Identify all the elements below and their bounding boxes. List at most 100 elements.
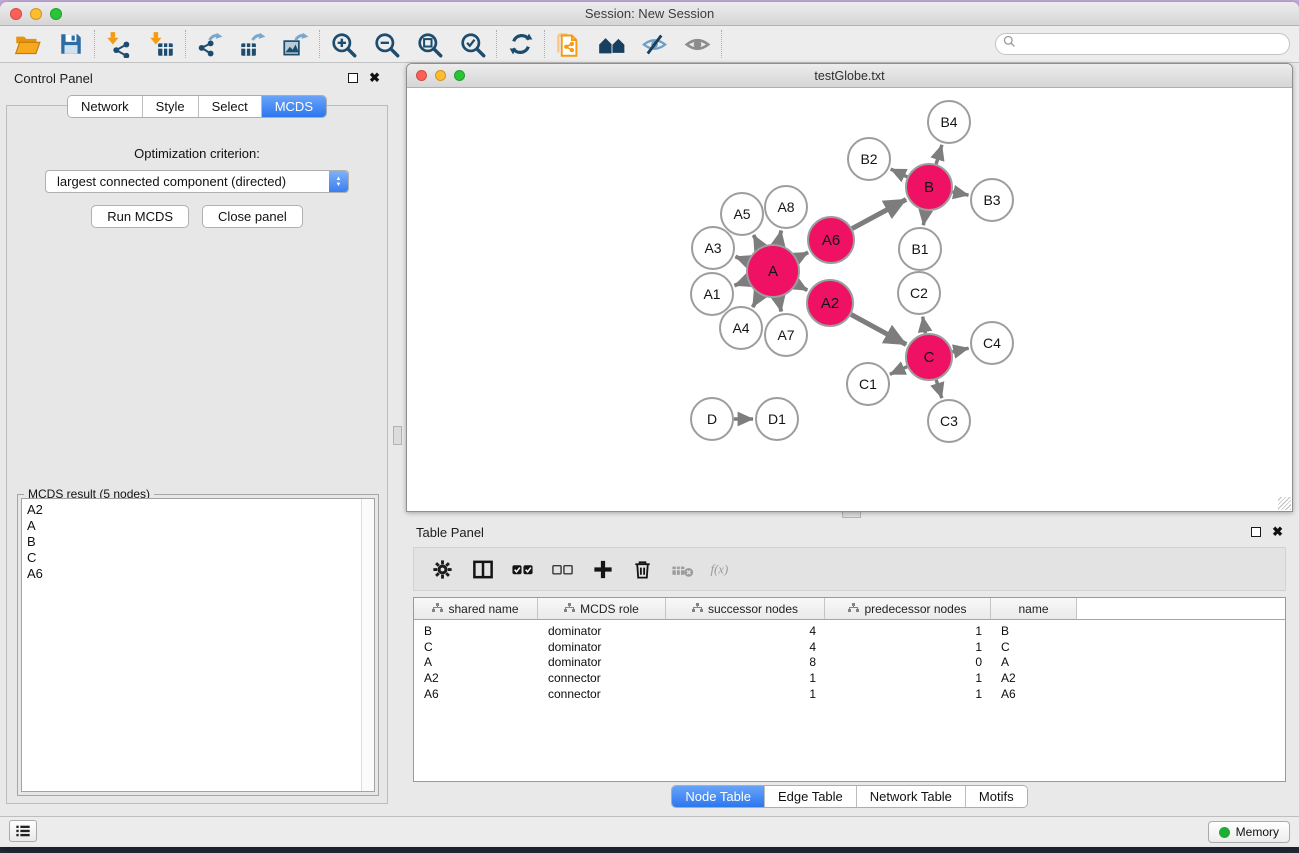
delete-column-button[interactable] <box>629 556 656 583</box>
task-history-button[interactable] <box>9 820 37 842</box>
graph-edge-B-B2[interactable] <box>891 169 908 177</box>
resize-grip-icon[interactable] <box>1278 497 1291 510</box>
minimize-view-icon[interactable] <box>435 70 446 81</box>
zoom-window-icon[interactable] <box>50 8 62 20</box>
graph-node-A8[interactable]: A8 <box>765 186 807 228</box>
float-table-panel-icon[interactable] <box>1251 527 1261 537</box>
tab-network-table[interactable]: Network Table <box>857 786 966 807</box>
close-panel-icon[interactable]: ✖ <box>369 73 380 83</box>
graph-edge-A-A8[interactable] <box>778 231 781 245</box>
add-column-button[interactable] <box>589 556 616 583</box>
column-header-name[interactable]: name <box>991 598 1077 619</box>
close-window-icon[interactable] <box>10 8 22 20</box>
mcds-result-item[interactable]: A2 <box>27 502 361 518</box>
graph-edge-A-A7[interactable] <box>778 298 781 312</box>
column-header-successor-nodes[interactable]: successor nodes <box>666 598 825 619</box>
export-table-button[interactable] <box>231 27 274 61</box>
network-canvas[interactable]: AA1A2A3A4A5A6A7A8BB1B2B3B4CC1C2C3C4DD1 <box>408 89 1291 510</box>
graph-edge-A-A1[interactable] <box>735 281 748 286</box>
graph-node-A5[interactable]: A5 <box>721 193 763 235</box>
graph-node-A6[interactable]: A6 <box>808 217 854 263</box>
graph-node-A1[interactable]: A1 <box>691 273 733 315</box>
mcds-result-item[interactable]: A <box>27 518 361 534</box>
close-table-panel-icon[interactable]: ✖ <box>1272 527 1283 537</box>
table-row[interactable]: Bdominator41B <box>414 623 1285 639</box>
export-network-button[interactable] <box>188 27 231 61</box>
graph-node-D1[interactable]: D1 <box>756 398 798 440</box>
scrollbar[interactable] <box>361 499 374 791</box>
graph-node-B2[interactable]: B2 <box>848 138 890 180</box>
settings-button[interactable] <box>429 556 456 583</box>
graph-node-B[interactable]: B <box>906 164 952 210</box>
mcds-result-item[interactable]: A6 <box>27 566 361 582</box>
graph-node-C2[interactable]: C2 <box>898 272 940 314</box>
select-all-button[interactable] <box>509 556 536 583</box>
graph-node-D[interactable]: D <box>691 398 733 440</box>
graph-node-A3[interactable]: A3 <box>692 227 734 269</box>
zoom-in-button[interactable] <box>322 27 365 61</box>
save-session-button[interactable] <box>49 27 92 61</box>
vertical-splitter-handle[interactable] <box>393 426 402 445</box>
column-header-MCDS-role[interactable]: MCDS role <box>538 598 666 619</box>
graph-edge-B-B3[interactable] <box>953 192 969 195</box>
column-header-predecessor-nodes[interactable]: predecessor nodes <box>825 598 991 619</box>
zoom-fit-button[interactable] <box>408 27 451 61</box>
mcds-result-item[interactable]: B <box>27 534 361 550</box>
zoom-view-icon[interactable] <box>454 70 465 81</box>
graph-node-A2[interactable]: A2 <box>807 280 853 326</box>
graph-edge-B-B4[interactable] <box>936 145 942 164</box>
open-folder-button[interactable] <box>6 27 49 61</box>
graph-edge-A-A6[interactable] <box>797 252 808 258</box>
zoom-out-button[interactable] <box>365 27 408 61</box>
graph-edge-C-C2[interactable] <box>923 317 926 334</box>
graph-node-C3[interactable]: C3 <box>928 400 970 442</box>
graph-edge-A-A3[interactable] <box>735 257 747 262</box>
float-panel-icon[interactable] <box>348 73 358 83</box>
tab-mcds[interactable]: MCDS <box>262 96 326 117</box>
copy-network-button[interactable] <box>547 27 590 61</box>
tab-edge-table[interactable]: Edge Table <box>765 786 857 807</box>
network-graph[interactable]: AA1A2A3A4A5A6A7A8BB1B2B3B4CC1C2C3C4DD1 <box>408 89 1291 510</box>
graph-edge-C-C1[interactable] <box>890 367 907 375</box>
graph-edge-A-A2[interactable] <box>797 284 808 290</box>
graph-node-C4[interactable]: C4 <box>971 322 1013 364</box>
graph-edge-B-B1[interactable] <box>923 211 925 225</box>
graph-edge-A-A5[interactable] <box>754 235 761 247</box>
graph-edge-C-C4[interactable] <box>952 348 968 352</box>
tab-network[interactable]: Network <box>68 96 143 117</box>
run-mcds-button[interactable]: Run MCDS <box>91 205 189 228</box>
tab-style[interactable]: Style <box>143 96 199 117</box>
table-row[interactable]: A6connector11A6 <box>414 686 1285 702</box>
minimize-window-icon[interactable] <box>30 8 42 20</box>
graph-edge-A6-B[interactable] <box>852 199 906 228</box>
graph-node-B3[interactable]: B3 <box>971 179 1013 221</box>
hide-details-button[interactable] <box>633 27 676 61</box>
column-header-shared-name[interactable]: shared name <box>414 598 538 619</box>
mcds-result-item[interactable]: C <box>27 550 361 566</box>
tab-node-table[interactable]: Node Table <box>672 786 765 807</box>
home-button[interactable] <box>590 27 633 61</box>
column-view-button[interactable] <box>469 556 496 583</box>
table-row[interactable]: Adominator80A <box>414 655 1285 671</box>
import-network-button[interactable] <box>97 27 140 61</box>
show-details-button[interactable] <box>676 27 719 61</box>
export-image-button[interactable] <box>274 27 317 61</box>
graph-edge-A-A4[interactable] <box>753 295 760 308</box>
graph-node-A7[interactable]: A7 <box>765 314 807 356</box>
zoom-selected-button[interactable] <box>451 27 494 61</box>
tab-select[interactable]: Select <box>199 96 262 117</box>
deselect-all-button[interactable] <box>549 556 576 583</box>
graph-node-B1[interactable]: B1 <box>899 228 941 270</box>
graph-edge-A2-C[interactable] <box>851 315 906 345</box>
tab-motifs[interactable]: Motifs <box>966 786 1027 807</box>
memory-button[interactable]: Memory <box>1208 821 1290 843</box>
close-panel-button[interactable]: Close panel <box>202 205 303 228</box>
graph-node-A4[interactable]: A4 <box>720 307 762 349</box>
graph-node-B4[interactable]: B4 <box>928 101 970 143</box>
graph-node-A[interactable]: A <box>747 245 799 297</box>
table-row[interactable]: Cdominator41C <box>414 639 1285 655</box>
search-input[interactable] <box>1020 37 1282 51</box>
criterion-select[interactable]: largest connected component (directed) ▲… <box>45 170 349 193</box>
graph-node-C1[interactable]: C1 <box>847 363 889 405</box>
close-view-icon[interactable] <box>416 70 427 81</box>
